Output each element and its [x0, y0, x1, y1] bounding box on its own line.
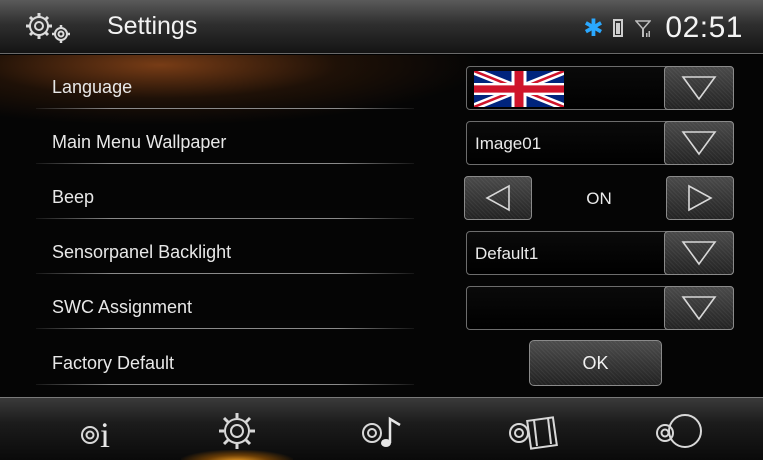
language-dropdown[interactable] [466, 66, 734, 110]
triangle-down-icon [681, 131, 717, 156]
dropdown-button[interactable] [664, 231, 734, 275]
dropdown-button[interactable] [664, 286, 734, 330]
row-divider [36, 384, 414, 385]
signal-icon [635, 20, 652, 37]
gears-icon[interactable] [22, 11, 80, 45]
svg-text:i: i [100, 415, 110, 453]
settings-gear-icon[interactable] [181, 406, 293, 460]
factory-default-ok-button[interactable]: OK [529, 340, 662, 386]
triangle-down-icon [681, 76, 717, 101]
beep-prev-button[interactable] [464, 176, 532, 220]
backlight-dropdown[interactable]: Default1 [466, 231, 734, 275]
row-divider [36, 328, 414, 329]
swc-label: SWC Assignment [52, 297, 193, 317]
info-icon[interactable]: i [64, 406, 136, 456]
bluetooth-icon: ✱ [583, 14, 604, 42]
page-title: Settings [107, 12, 198, 40]
triangle-right-icon [688, 184, 713, 212]
triangle-down-icon [681, 296, 717, 321]
row-divider [36, 163, 414, 164]
navigation-compass-icon[interactable] [643, 406, 715, 456]
row-divider [36, 273, 414, 274]
audio-settings-icon[interactable] [346, 406, 418, 456]
beep-next-button[interactable] [666, 176, 734, 220]
triangle-down-icon [681, 241, 717, 266]
swc-dropdown[interactable] [466, 286, 734, 330]
factory-default-label: Factory Default [52, 353, 175, 373]
wallpaper-value: Image01 [475, 134, 542, 153]
dropdown-button[interactable] [664, 66, 734, 110]
bottom-nav: i [0, 397, 763, 460]
backlight-label: Sensorpanel Backlight [52, 242, 232, 262]
dropdown-button[interactable] [664, 121, 734, 165]
beep-label: Beep [52, 187, 95, 207]
battery-icon [613, 19, 624, 37]
status-area: ✱ 02:51 [583, 10, 743, 46]
clock: 02:51 [665, 11, 743, 44]
video-settings-icon[interactable] [497, 406, 569, 456]
beep-value: ON [586, 189, 612, 208]
row-divider [36, 218, 414, 219]
triangle-left-icon [485, 184, 510, 212]
uk-flag-icon [474, 71, 564, 107]
wallpaper-dropdown[interactable]: Image01 [466, 121, 734, 165]
backlight-value: Default1 [475, 244, 539, 263]
row-divider [36, 108, 414, 109]
wallpaper-label: Main Menu Wallpaper [52, 132, 227, 152]
top-bar: Settings ✱ 02:51 [0, 0, 763, 54]
language-label: Language [52, 77, 133, 97]
